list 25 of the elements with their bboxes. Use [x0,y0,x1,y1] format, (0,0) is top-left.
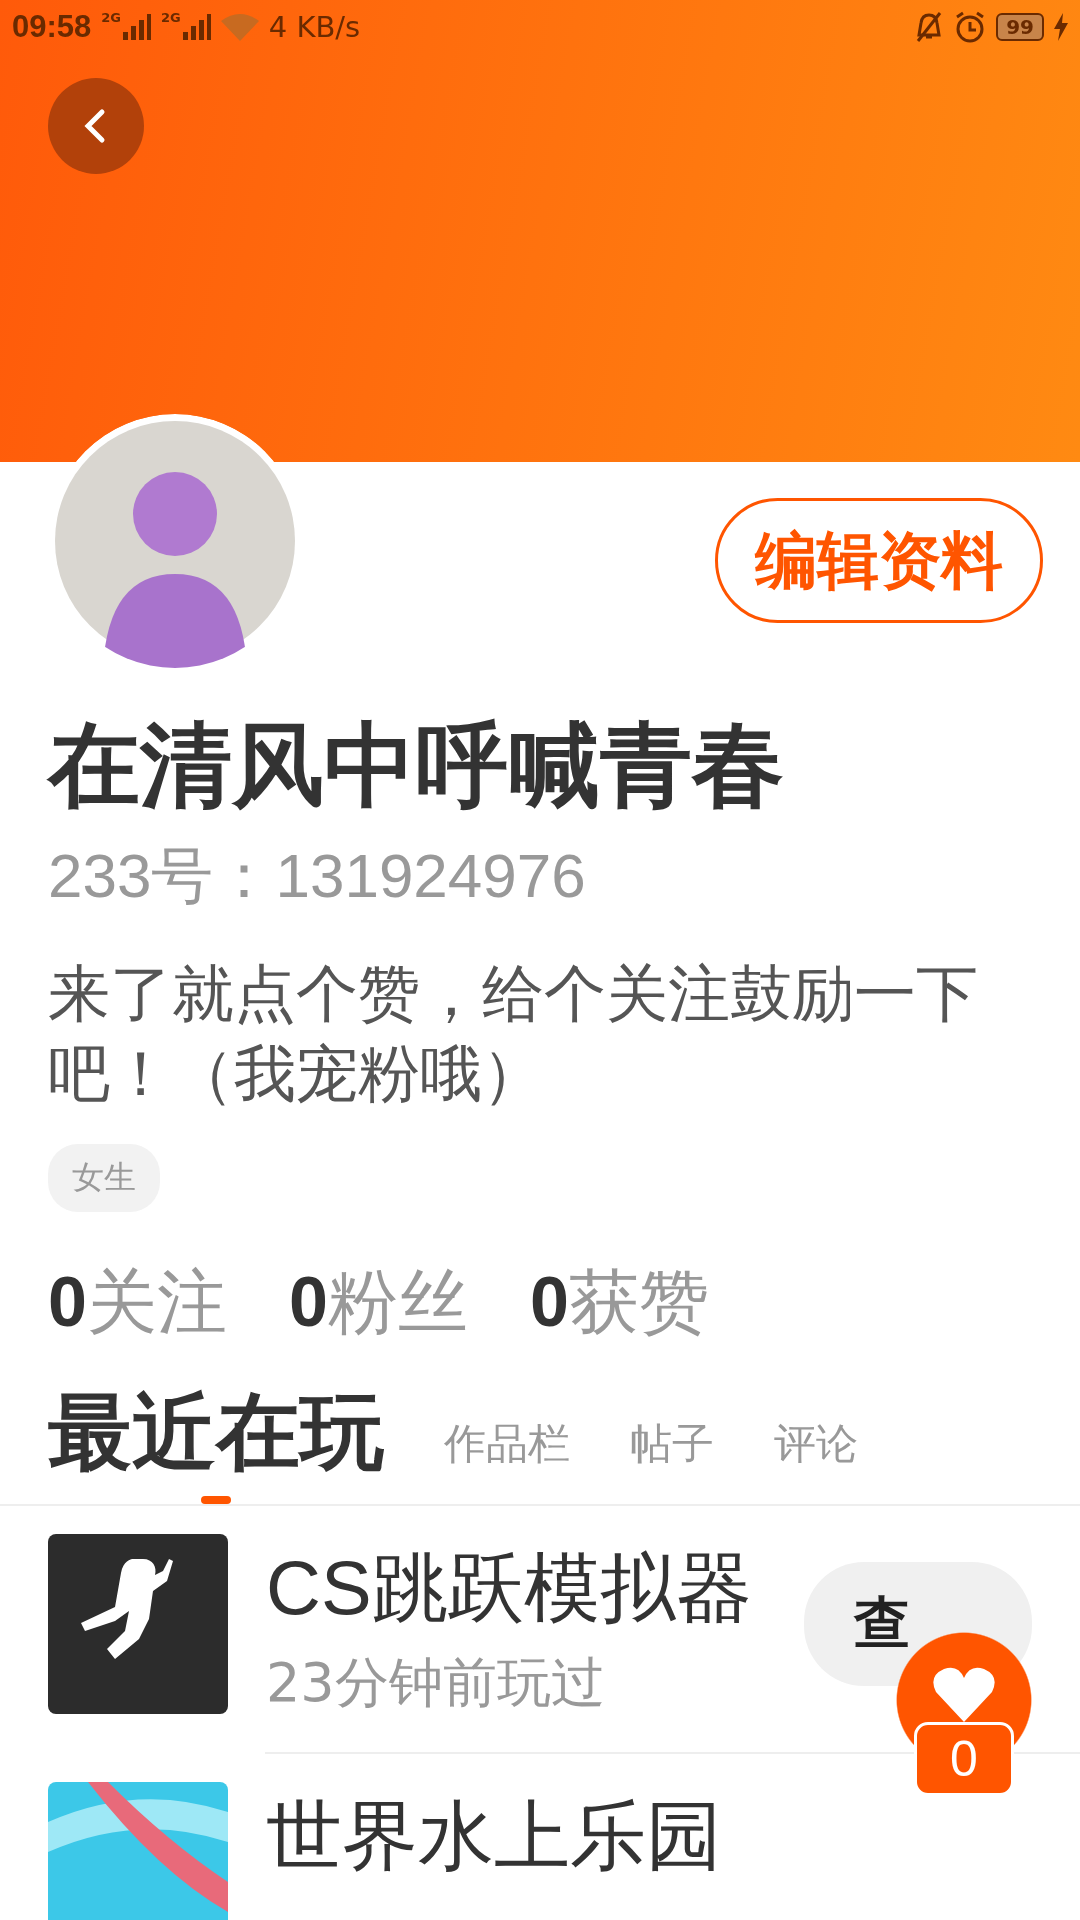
signal-icon [182,14,211,40]
game-title: CS跳跃模拟器 [266,1544,753,1632]
game-title: 世界水上乐园 [266,1792,723,1880]
stat-item[interactable]: 0关注 [48,1256,227,1350]
heart-icon [932,1666,996,1722]
stat-item[interactable]: 0粉丝 [288,1256,468,1350]
gender-tag: 女生 [48,1144,160,1212]
runner-icon [48,1534,228,1714]
stat-item[interactable]: 0获赞 [529,1256,709,1350]
charging-icon [1054,13,1068,41]
view-button[interactable]: 查 [804,1562,1032,1686]
clock-time: 09:58 [12,9,92,45]
wifi-icon [220,13,259,41]
user-id: 233号：131924976 [48,840,587,912]
network-speed: 4 KB/s [268,10,361,44]
user-name: 在清风中呼喊青春 [48,711,785,821]
tab[interactable]: 最近在玩 [48,1376,384,1490]
battery-level: 99 [996,13,1044,41]
tab-indicator [201,1496,231,1504]
network-type: 2G [101,10,121,25]
user-bio: 来了就点个赞，给个关注鼓励一下吧！（我宠粉哦） [48,956,979,1112]
network-type: 2G [161,10,181,25]
signal-icon [123,14,151,40]
last-played: 23分钟前玩过 [266,1650,606,1716]
like-count-badge: 0 [914,1722,1014,1796]
